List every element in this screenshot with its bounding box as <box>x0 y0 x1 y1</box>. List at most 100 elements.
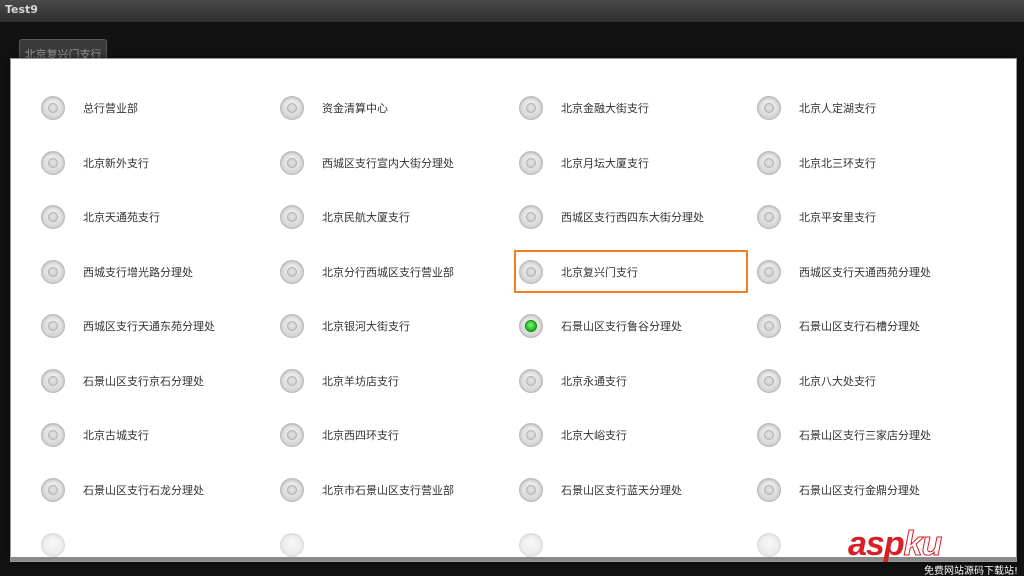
radio-option-label: 北京复兴门支行 <box>561 266 638 279</box>
radio-option[interactable]: 西城区支行西四东大街分理处 <box>519 197 749 237</box>
radio-unchecked-icon[interactable] <box>280 533 304 557</box>
radio-unchecked-icon[interactable] <box>519 423 543 447</box>
radio-unchecked-icon[interactable] <box>757 260 781 284</box>
radio-option[interactable]: 西城区支行天通东苑分理处 <box>41 306 271 346</box>
radio-option[interactable]: 北京金融大街支行 <box>519 88 749 128</box>
radio-option[interactable]: 石景山区支行金鼎分理处 <box>757 470 987 510</box>
radio-unchecked-icon[interactable] <box>41 533 65 557</box>
radio-unchecked-icon[interactable] <box>280 96 304 120</box>
radio-option[interactable]: 北京新外支行 <box>41 143 271 183</box>
radio-option[interactable]: 石景山区支行三家店分理处 <box>757 415 987 455</box>
watermark: aspku .com 免费网站源码下载站! <box>848 524 1018 576</box>
radio-dot-icon <box>48 321 58 331</box>
radio-option-label: 总行营业部 <box>83 102 138 115</box>
radio-option-label: 北京天通苑支行 <box>83 211 160 224</box>
radio-unchecked-icon[interactable] <box>757 533 781 557</box>
radio-unchecked-icon[interactable] <box>519 369 543 393</box>
radio-dot-icon <box>526 158 536 168</box>
radio-unchecked-icon[interactable] <box>280 314 304 338</box>
radio-dot-icon <box>48 430 58 440</box>
radio-option-label: 西城区支行宣内大街分理处 <box>322 157 454 170</box>
radio-unchecked-icon[interactable] <box>280 205 304 229</box>
radio-dot-icon <box>526 212 536 222</box>
radio-option[interactable]: 北京羊坊店支行 <box>280 361 510 401</box>
radio-option-label: 北京永通支行 <box>561 375 627 388</box>
radio-dot-icon <box>764 103 774 113</box>
radio-option[interactable]: 石景山区支行京石分理处 <box>41 361 271 401</box>
radio-option[interactable]: 北京人定湖支行 <box>757 88 987 128</box>
radio-option[interactable]: 北京市石景山区支行营业部 <box>280 470 510 510</box>
radio-option[interactable]: 北京永通支行 <box>519 361 749 401</box>
radio-unchecked-icon[interactable] <box>757 151 781 175</box>
radio-option-label: 石景山区支行京石分理处 <box>83 375 204 388</box>
radio-option[interactable]: 北京北三环支行 <box>757 143 987 183</box>
radio-unchecked-icon[interactable] <box>41 96 65 120</box>
radio-option[interactable]: 石景山区支行蓝天分理处 <box>519 470 749 510</box>
radio-dot-icon <box>287 485 297 495</box>
radio-unchecked-icon[interactable] <box>519 478 543 502</box>
radio-unchecked-icon[interactable] <box>280 260 304 284</box>
radio-unchecked-icon[interactable] <box>41 478 65 502</box>
radio-unchecked-icon[interactable] <box>519 96 543 120</box>
radio-option-label: 北京月坛大厦支行 <box>561 157 649 170</box>
radio-option[interactable]: 石景山区支行石龙分理处 <box>41 470 271 510</box>
radio-option-label: 石景山区支行蓝天分理处 <box>561 484 682 497</box>
radio-option-label: 北京银河大街支行 <box>322 320 410 333</box>
radio-option[interactable]: 北京复兴门支行 <box>519 252 749 292</box>
radio-option-label: 北京八大处支行 <box>799 375 876 388</box>
radio-option[interactable]: 北京月坛大厦支行 <box>519 143 749 183</box>
radio-option-label: 石景山区支行石槽分理处 <box>799 320 920 333</box>
radio-option[interactable]: 西城区支行宣内大街分理处 <box>280 143 510 183</box>
radio-unchecked-icon[interactable] <box>280 151 304 175</box>
radio-unchecked-icon[interactable] <box>41 423 65 447</box>
radio-option[interactable]: 西城区支行天通西苑分理处 <box>757 252 987 292</box>
radio-unchecked-icon[interactable] <box>41 151 65 175</box>
radio-option[interactable]: 北京分行西城区支行营业部 <box>280 252 510 292</box>
radio-unchecked-icon[interactable] <box>280 478 304 502</box>
radio-option[interactable]: 北京天通苑支行 <box>41 197 271 237</box>
radio-unchecked-icon[interactable] <box>519 205 543 229</box>
radio-unchecked-icon[interactable] <box>757 423 781 447</box>
radio-option[interactable]: 北京古城支行 <box>41 415 271 455</box>
radio-option[interactable]: 北京民航大厦支行 <box>280 197 510 237</box>
radio-unchecked-icon[interactable] <box>519 533 543 557</box>
radio-unchecked-icon[interactable] <box>41 205 65 229</box>
radio-option[interactable]: 总行营业部 <box>41 88 271 128</box>
radio-option-label: 北京大峪支行 <box>561 429 627 442</box>
radio-unchecked-icon[interactable] <box>519 260 543 284</box>
radio-dot-icon <box>764 267 774 277</box>
radio-option[interactable]: 资金清算中心 <box>280 88 510 128</box>
radio-dot-icon <box>764 376 774 386</box>
radio-unchecked-icon[interactable] <box>519 151 543 175</box>
radio-unchecked-icon[interactable] <box>757 96 781 120</box>
radio-unchecked-icon[interactable] <box>41 314 65 338</box>
radio-unchecked-icon[interactable] <box>757 205 781 229</box>
radio-option[interactable]: 石景山区支行鲁谷分理处 <box>519 306 749 346</box>
radio-option[interactable]: 西城支行增光路分理处 <box>41 252 271 292</box>
radio-option-label: 西城区支行天通西苑分理处 <box>799 266 931 279</box>
radio-dot-icon <box>287 267 297 277</box>
radio-option-label: 北京新外支行 <box>83 157 149 170</box>
radio-option[interactable]: 北京大峪支行 <box>519 415 749 455</box>
radio-unchecked-icon[interactable] <box>41 369 65 393</box>
radio-checked-icon[interactable] <box>519 314 543 338</box>
radio-option[interactable]: 北京西四环支行 <box>280 415 510 455</box>
radio-unchecked-icon[interactable] <box>757 369 781 393</box>
radio-unchecked-icon[interactable] <box>280 369 304 393</box>
radio-dot-icon <box>48 158 58 168</box>
radio-dot-icon <box>525 320 537 332</box>
radio-dot-icon <box>526 103 536 113</box>
radio-unchecked-icon[interactable] <box>41 260 65 284</box>
radio-option[interactable]: 北京平安里支行 <box>757 197 987 237</box>
radio-dot-icon <box>48 485 58 495</box>
radio-option-label: 北京金融大街支行 <box>561 102 649 115</box>
radio-unchecked-icon[interactable] <box>757 478 781 502</box>
radio-option[interactable]: 北京银河大街支行 <box>280 306 510 346</box>
radio-unchecked-icon[interactable] <box>757 314 781 338</box>
radio-option[interactable]: 北京八大处支行 <box>757 361 987 401</box>
radio-unchecked-icon[interactable] <box>280 423 304 447</box>
radio-option[interactable]: 石景山区支行石槽分理处 <box>757 306 987 346</box>
radio-option-label: 北京人定湖支行 <box>799 102 876 115</box>
radio-option-label: 西城支行增光路分理处 <box>83 266 193 279</box>
radio-dot-icon <box>287 103 297 113</box>
